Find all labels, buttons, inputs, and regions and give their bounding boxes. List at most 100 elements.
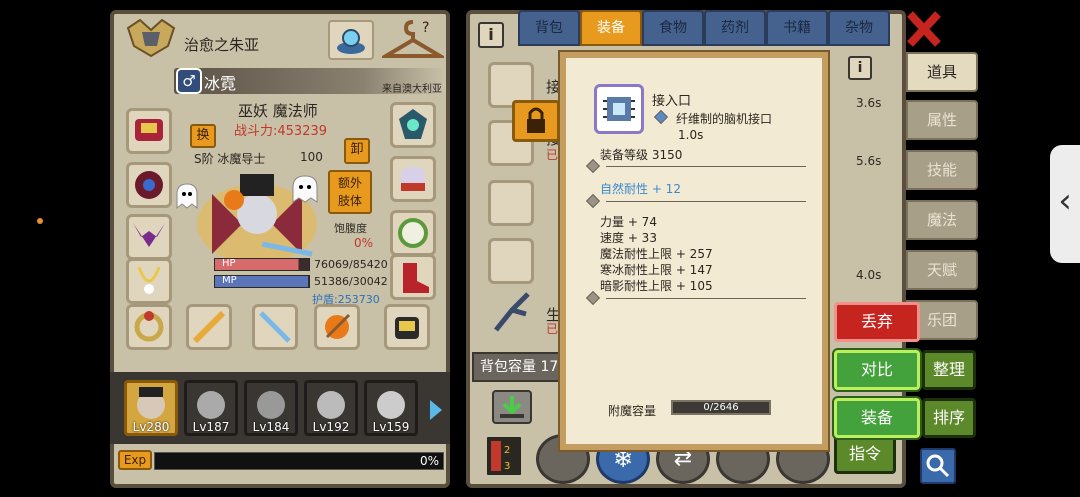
party-level: Lv184 (252, 420, 290, 434)
chevron-right-icon[interactable] (428, 398, 444, 422)
chevron-left-icon[interactable]: ‹ (1050, 145, 1080, 263)
svg-text:?: ? (422, 20, 429, 36)
time-value: 3.6s (856, 96, 882, 110)
origin-label: 来自澳大利亚 (382, 84, 442, 95)
equip-slot-amulet[interactable] (390, 210, 436, 256)
party-strip: Lv280 Lv187 Lv184 Lv192 Lv159 (110, 372, 450, 444)
extra-limbs-button[interactable]: 额外 肢体 (328, 170, 372, 214)
tab-food[interactable]: 食物 (642, 10, 704, 46)
bag-capacity: 背包容量 17 (472, 352, 566, 382)
item-tag: 已 (546, 148, 559, 162)
time-value: 4.0s (856, 268, 882, 282)
party-level: Lv192 (312, 420, 350, 434)
diamond-icon (585, 193, 601, 209)
order-button[interactable]: 排序 (922, 398, 976, 438)
equip-slot-sword[interactable] (252, 304, 298, 350)
shield-value: 护盾:253730 (312, 293, 380, 306)
crest-icon (124, 18, 178, 58)
party-member[interactable]: Lv280 (124, 380, 178, 436)
close-x-icon[interactable] (906, 10, 942, 48)
equip-slot-bag[interactable] (384, 304, 430, 350)
time-value: 5.6s (856, 154, 882, 168)
mp-value: 51386/30042 (314, 275, 388, 288)
svg-text:3: 3 (504, 461, 510, 472)
equip-button[interactable]: 装备 (834, 398, 920, 438)
diamond-icon (585, 290, 601, 306)
male-gender-icon: ♂ (176, 68, 202, 94)
party-member[interactable]: Lv184 (244, 380, 298, 436)
tooltip-subtitle: 纤维制的脑机接口 (676, 112, 773, 126)
enchant-label: 附魔容量 (608, 404, 657, 418)
character-portrait (192, 154, 322, 266)
exp-bar (154, 452, 444, 470)
side-tab-items[interactable]: 道具 (906, 52, 978, 92)
equip-slot-ring[interactable] (126, 304, 172, 350)
party-member[interactable]: Lv187 (184, 380, 238, 436)
item-tooltip: i 接入口 纤维制的脑机接口 1.0s 装备等级 3150 自然耐性 + 12 … (560, 52, 872, 450)
side-tab-talent[interactable]: 天赋 (906, 250, 978, 290)
party-level: Lv187 (192, 420, 230, 434)
character-panel: 治愈之朱亚 ? 冰霓 ♂ 来自澳大利亚 巫妖 魔法师 战斗力:453239 换 … (110, 10, 450, 488)
search-icon[interactable] (920, 448, 956, 484)
divider (606, 201, 806, 202)
tab-potion[interactable]: 药剂 (704, 10, 766, 46)
party-member[interactable]: Lv192 (304, 380, 358, 436)
character-name: 冰霓 (204, 74, 237, 93)
side-tab-magic[interactable]: 魔法 (906, 200, 978, 240)
stat-line: 寒冰耐性上限 + 147 (600, 263, 713, 277)
diamond-icon (653, 109, 669, 125)
divider (606, 298, 806, 299)
equip-slot-head[interactable] (126, 108, 172, 154)
wardrobe-hanger-icon[interactable]: ? (378, 18, 448, 62)
equip-slot-gem[interactable] (390, 102, 436, 148)
equip-slot-gloves[interactable] (390, 156, 436, 202)
stat-line: 速度 + 33 (600, 231, 657, 245)
svg-text:2: 2 (504, 445, 510, 456)
discard-button[interactable]: 丢弃 (834, 302, 920, 342)
hp-label: HP (222, 258, 236, 269)
party-member[interactable]: Lv159 (364, 380, 418, 436)
equip-slot-wings[interactable] (126, 214, 172, 260)
item-name: 接 (546, 78, 562, 96)
command-button[interactable]: 指令 (834, 434, 896, 474)
info-icon[interactable]: i (848, 56, 872, 80)
organize-button[interactable]: 整理 (922, 350, 976, 390)
ghost-pet-icon (290, 174, 320, 204)
item-tag: 已 (546, 322, 559, 336)
stat-line: 力量 + 74 (600, 215, 657, 229)
branch-item-icon (490, 290, 534, 334)
equip-slot-boots[interactable] (390, 254, 436, 300)
swap-button[interactable]: 换 (190, 124, 216, 148)
item-icon (488, 238, 534, 284)
chip-item-icon (594, 84, 644, 134)
unequip-button[interactable]: 卸 (344, 138, 370, 164)
tab-misc[interactable]: 杂物 (828, 10, 890, 46)
enchant-capacity-bar: 0/2646 (671, 400, 771, 415)
stat-line: 魔法耐性上限 + 257 (600, 247, 713, 261)
side-tab-attributes[interactable]: 属性 (906, 100, 978, 140)
tab-books[interactable]: 书籍 (766, 10, 828, 46)
side-tab-skills[interactable]: 技能 (906, 150, 978, 190)
compare-button[interactable]: 对比 (834, 350, 920, 390)
party-level: Lv159 (372, 420, 410, 434)
hp-value: 76069/85420 (314, 258, 388, 271)
equip-slot-staff[interactable] (186, 304, 232, 350)
tab-equipment[interactable]: 装备 (580, 10, 642, 46)
satiety-label: 饱腹度 (334, 222, 367, 235)
equip-slot-orb[interactable] (314, 304, 360, 350)
sort-numbers-icon[interactable]: 23 (484, 434, 524, 478)
exp-label: Exp (118, 450, 152, 470)
tab-backpack[interactable]: 背包 (518, 10, 580, 46)
info-icon[interactable]: i (478, 22, 504, 48)
lock-icon[interactable] (512, 100, 560, 142)
natural-resist: 自然耐性 + 12 (600, 182, 681, 196)
equip-slot-necklace[interactable] (126, 258, 172, 304)
exp-value: 0% (420, 454, 440, 468)
download-icon[interactable] (492, 390, 532, 424)
equip-slot-eye[interactable] (126, 162, 172, 208)
character-title: 治愈之朱亚 (184, 36, 260, 54)
summon-icon[interactable] (328, 20, 374, 60)
satiety-value: 0% (354, 236, 374, 250)
divider (606, 166, 806, 167)
combat-power: 战斗力:453239 (234, 124, 328, 139)
